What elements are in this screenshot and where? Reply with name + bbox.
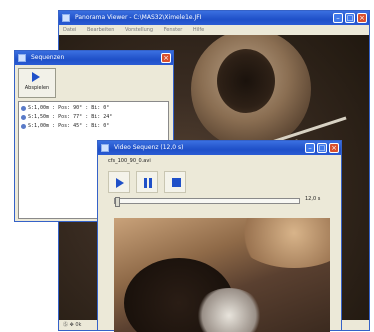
playback-controls xyxy=(108,171,192,193)
video-filename: cfs_100_90_0.avi xyxy=(108,158,151,164)
close-icon[interactable]: × xyxy=(161,53,171,63)
menu-vorstellung[interactable]: Vorstellung xyxy=(125,27,153,33)
video-titlebar[interactable]: Video Sequenz (12,0 s) – □ × xyxy=(98,141,341,155)
video-sequence-window: Video Sequenz (12,0 s) – □ × cfs_100_90_… xyxy=(97,140,342,332)
video-title: Video Sequenz (12,0 s) xyxy=(114,144,184,151)
list-item-label: S:1,00m : Pos: 45° : Bi: 0° xyxy=(28,123,110,129)
close-icon[interactable]: × xyxy=(329,143,339,153)
play-button[interactable] xyxy=(108,171,130,193)
play-label: Abspielen xyxy=(24,85,50,91)
app-icon xyxy=(18,54,26,62)
sequence-icon xyxy=(21,115,26,120)
status-text: Ⓢ ✥ 0k xyxy=(63,322,82,328)
seek-slider[interactable] xyxy=(114,197,300,207)
seek-thumb[interactable] xyxy=(115,197,120,207)
menu-fenster[interactable]: Fenster xyxy=(164,27,183,33)
list-item[interactable]: S:1,50m : Pos: 77° : Bi: 24° xyxy=(19,113,168,122)
list-item[interactable]: S:1,00m : Pos: 45° : Bi: 0° xyxy=(19,122,168,131)
stop-icon xyxy=(172,178,181,187)
panorama-title: Panorama Viewer - C:\MAS32\Ximele1e.JFI xyxy=(75,14,202,21)
list-item-label: S:1,50m : Pos: 77° : Bi: 24° xyxy=(28,114,113,120)
water-splash xyxy=(194,288,264,332)
play-icon xyxy=(116,178,124,188)
stop-button[interactable] xyxy=(164,171,186,193)
sequenzen-titlebar[interactable]: Sequenzen × xyxy=(15,51,173,65)
sequenzen-title: Sequenzen xyxy=(31,54,65,61)
menu-datei[interactable]: Datei xyxy=(63,27,76,33)
play-icon xyxy=(32,72,40,82)
menu-bearbeiten[interactable]: Bearbeiten xyxy=(87,27,114,33)
close-icon[interactable]: × xyxy=(357,13,367,23)
list-item[interactable]: S:1,00m : Pos: 90° : Bi: 0° xyxy=(19,104,168,113)
menu-bar: Datei Bearbeiten Vorstellung Fenster Hil… xyxy=(59,25,369,35)
pause-button[interactable] xyxy=(136,171,158,193)
maximize-icon[interactable]: □ xyxy=(317,143,327,153)
sequence-icon xyxy=(21,124,26,129)
sequence-icon xyxy=(21,106,26,111)
pipe-hole xyxy=(217,49,275,113)
app-icon xyxy=(62,14,70,22)
pipe-rim xyxy=(234,218,330,268)
panorama-titlebar[interactable]: Panorama Viewer - C:\MAS32\Ximele1e.JFI … xyxy=(59,11,369,25)
video-duration: 12,0 s xyxy=(305,196,321,202)
minimize-icon[interactable]: – xyxy=(333,13,343,23)
list-item-label: S:1,00m : Pos: 90° : Bi: 0° xyxy=(28,105,110,111)
minimize-icon[interactable]: – xyxy=(305,143,315,153)
play-button[interactable]: Abspielen xyxy=(18,68,56,98)
pause-icon xyxy=(144,178,152,188)
app-icon xyxy=(101,144,109,152)
maximize-icon[interactable]: □ xyxy=(345,13,355,23)
menu-hilfe[interactable]: Hilfe xyxy=(193,27,204,33)
pipe-opening xyxy=(191,35,311,149)
video-frame xyxy=(114,218,330,332)
